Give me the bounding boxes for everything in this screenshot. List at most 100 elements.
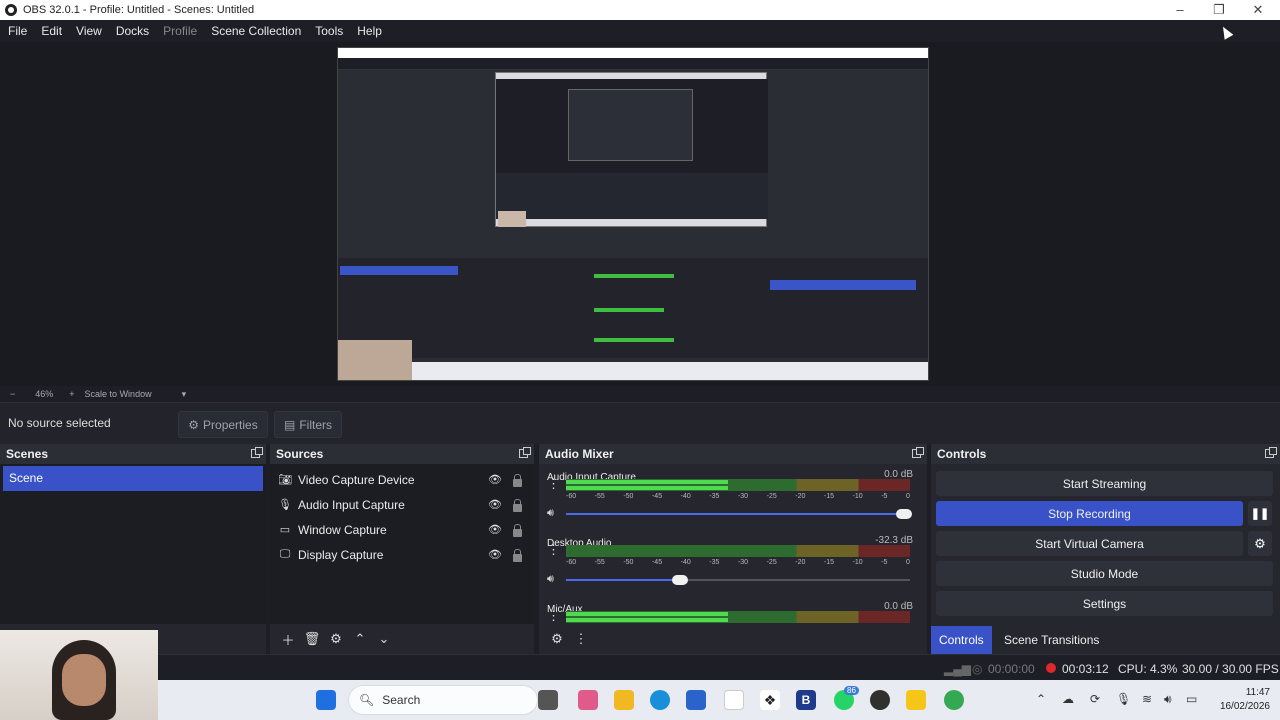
file-explorer-icon[interactable]: [614, 690, 634, 710]
program-preview[interactable]: [337, 47, 929, 381]
menu-edit[interactable]: Edit: [41, 24, 62, 38]
mixer-channel: Desktop Audio -32.3 dB ⋮ -60 -55 -50 -45 -40…: [547, 535, 913, 586]
restore-button[interactable]: ❐: [1199, 0, 1239, 20]
speaker-icon[interactable]: 🔊︎: [547, 507, 554, 520]
source-audio-input[interactable]: 🎙︎ Audio Input Capture 👁︎: [278, 492, 528, 517]
volume-slider[interactable]: [566, 575, 910, 585]
trash-icon[interactable]: 🗑︎: [300, 631, 324, 647]
fps-readout: 30.00 / 30.00 FPS: [1182, 662, 1279, 676]
source-window-capture[interactable]: ▭ Window Capture 👁︎: [278, 517, 528, 542]
menu-scene-collection[interactable]: Scene Collection: [211, 24, 301, 38]
zoom-in-button[interactable]: +: [69, 389, 74, 399]
filters-button[interactable]: ▤ Filters: [274, 411, 342, 438]
menu-docks[interactable]: Docks: [116, 24, 149, 38]
undock-icon[interactable]: [912, 447, 924, 458]
chevron-down-icon[interactable]: ▾: [182, 389, 187, 400]
source-video-capture[interactable]: 📷︎ Video Capture Device 👁︎: [278, 467, 528, 492]
start-streaming-button[interactable]: Start Streaming: [936, 471, 1273, 496]
source-display-capture[interactable]: 🖵︎ Display Capture 👁︎: [278, 542, 528, 567]
menu-dots-icon[interactable]: ⋮: [547, 609, 560, 622]
eye-icon[interactable]: 👁︎: [488, 548, 502, 561]
controls-dock: Controls Start Streaming Stop Recording …: [931, 444, 1280, 654]
move-up-icon[interactable]: ⌃: [348, 631, 372, 647]
camera-icon: 📷︎: [278, 474, 292, 486]
eye-icon[interactable]: 👁︎: [488, 523, 502, 536]
studio-mode-button[interactable]: Studio Mode: [936, 561, 1273, 586]
gear-icon[interactable]: ⚙: [1248, 531, 1272, 556]
task-view-icon[interactable]: [538, 690, 558, 710]
tab-scene-transitions[interactable]: Scene Transitions: [996, 626, 1107, 654]
minimize-button[interactable]: –: [1160, 0, 1200, 20]
tick-label: -40: [680, 559, 691, 566]
eye-icon[interactable]: 👁︎: [488, 473, 502, 486]
scenes-title: Scenes: [6, 447, 49, 461]
tick-label: -20: [795, 559, 806, 566]
tick-label: -60: [566, 559, 577, 566]
edge-icon[interactable]: [650, 690, 670, 710]
scale-select[interactable]: Scale to Window: [85, 389, 152, 399]
record-dot-icon: [1046, 663, 1056, 673]
lock-icon[interactable]: [513, 499, 522, 512]
tick-label: -25: [766, 493, 777, 500]
menu-profile[interactable]: Profile: [163, 24, 197, 38]
slides-icon[interactable]: [906, 690, 926, 710]
start-virtual-camera-button[interactable]: Start Virtual Camera: [936, 531, 1243, 556]
b-app-icon[interactable]: B: [796, 690, 816, 710]
lock-icon[interactable]: [513, 524, 522, 537]
amazon-icon[interactable]: [724, 690, 744, 710]
menu-file[interactable]: File: [8, 24, 27, 38]
menu-dots-icon[interactable]: ⋮: [547, 543, 560, 556]
volume-icon[interactable]: 🔊︎: [1164, 692, 1172, 707]
tick-label: -30: [737, 559, 749, 566]
undock-icon[interactable]: [1265, 447, 1277, 458]
gear-icon[interactable]: ⚙: [324, 631, 348, 647]
settings-button[interactable]: Settings: [936, 591, 1273, 616]
properties-button[interactable]: ⚙ Properties: [178, 411, 268, 438]
store-icon[interactable]: [686, 690, 706, 710]
undock-icon[interactable]: [519, 447, 531, 458]
dropbox-icon[interactable]: ❖: [760, 690, 780, 710]
undock-icon[interactable]: [251, 447, 263, 458]
chrome-icon[interactable]: [944, 690, 964, 710]
scene-item[interactable]: Scene: [3, 466, 263, 491]
menu-dots-icon[interactable]: ⋮: [569, 631, 593, 647]
tab-controls[interactable]: Controls: [931, 626, 992, 654]
add-icon[interactable]: ＋: [276, 630, 300, 649]
copilot-icon[interactable]: [578, 690, 598, 710]
tick-label: -5: [881, 559, 888, 566]
sync-icon[interactable]: ⟳: [1090, 692, 1100, 706]
audio-mixer-dock: Audio Mixer Audio Input Capture 0.0 dB ⋮…: [539, 444, 927, 654]
taskbar-search[interactable]: 🔍︎ Search: [348, 685, 538, 715]
microphone-tray-icon[interactable]: 🎙︎: [1116, 692, 1131, 706]
tick-label: -55: [594, 493, 605, 500]
battery-icon[interactable]: ▭: [1186, 692, 1197, 706]
move-down-icon[interactable]: ⌄: [372, 631, 396, 647]
advanced-audio-icon[interactable]: ⚙: [545, 631, 569, 647]
tray-app-icon[interactable]: ☁: [1062, 692, 1074, 706]
volume-slider[interactable]: [566, 509, 912, 519]
search-icon: 🔍︎: [359, 693, 375, 707]
speaker-icon[interactable]: 🔊︎: [547, 573, 554, 586]
tick-label: -15: [823, 493, 835, 500]
menu-help[interactable]: Help: [357, 24, 382, 38]
tick-label: -55: [594, 559, 605, 566]
eye-icon[interactable]: 👁︎: [488, 498, 502, 511]
zoom-out-button[interactable]: −: [10, 389, 15, 399]
windows-start-icon[interactable]: [316, 690, 336, 710]
lock-icon[interactable]: [513, 549, 522, 562]
menu-view[interactable]: View: [76, 24, 102, 38]
windows-taskbar: 🔍︎ Search ❖ B 86 ⌃ ☁ ⟳ 🎙︎ ≋ 🔊︎ ▭ 11:47 1…: [158, 680, 1280, 720]
wifi-icon[interactable]: ≋: [1142, 692, 1152, 706]
lock-icon[interactable]: [513, 474, 522, 487]
taskbar-clock[interactable]: 11:47 16/02/2026: [1210, 686, 1270, 714]
menu-tools[interactable]: Tools: [315, 24, 343, 38]
obs-taskbar-icon[interactable]: [870, 690, 890, 710]
pause-icon[interactable]: ❚❚: [1248, 501, 1272, 526]
chevron-up-icon[interactable]: ⌃: [1036, 692, 1046, 706]
tick-label: 0: [905, 493, 910, 500]
stop-recording-button[interactable]: Stop Recording: [936, 501, 1243, 526]
volume-meter: [566, 611, 910, 623]
close-button[interactable]: ✕: [1238, 0, 1278, 20]
record-time: 00:03:12: [1062, 662, 1109, 676]
menu-dots-icon[interactable]: ⋮: [547, 477, 560, 490]
